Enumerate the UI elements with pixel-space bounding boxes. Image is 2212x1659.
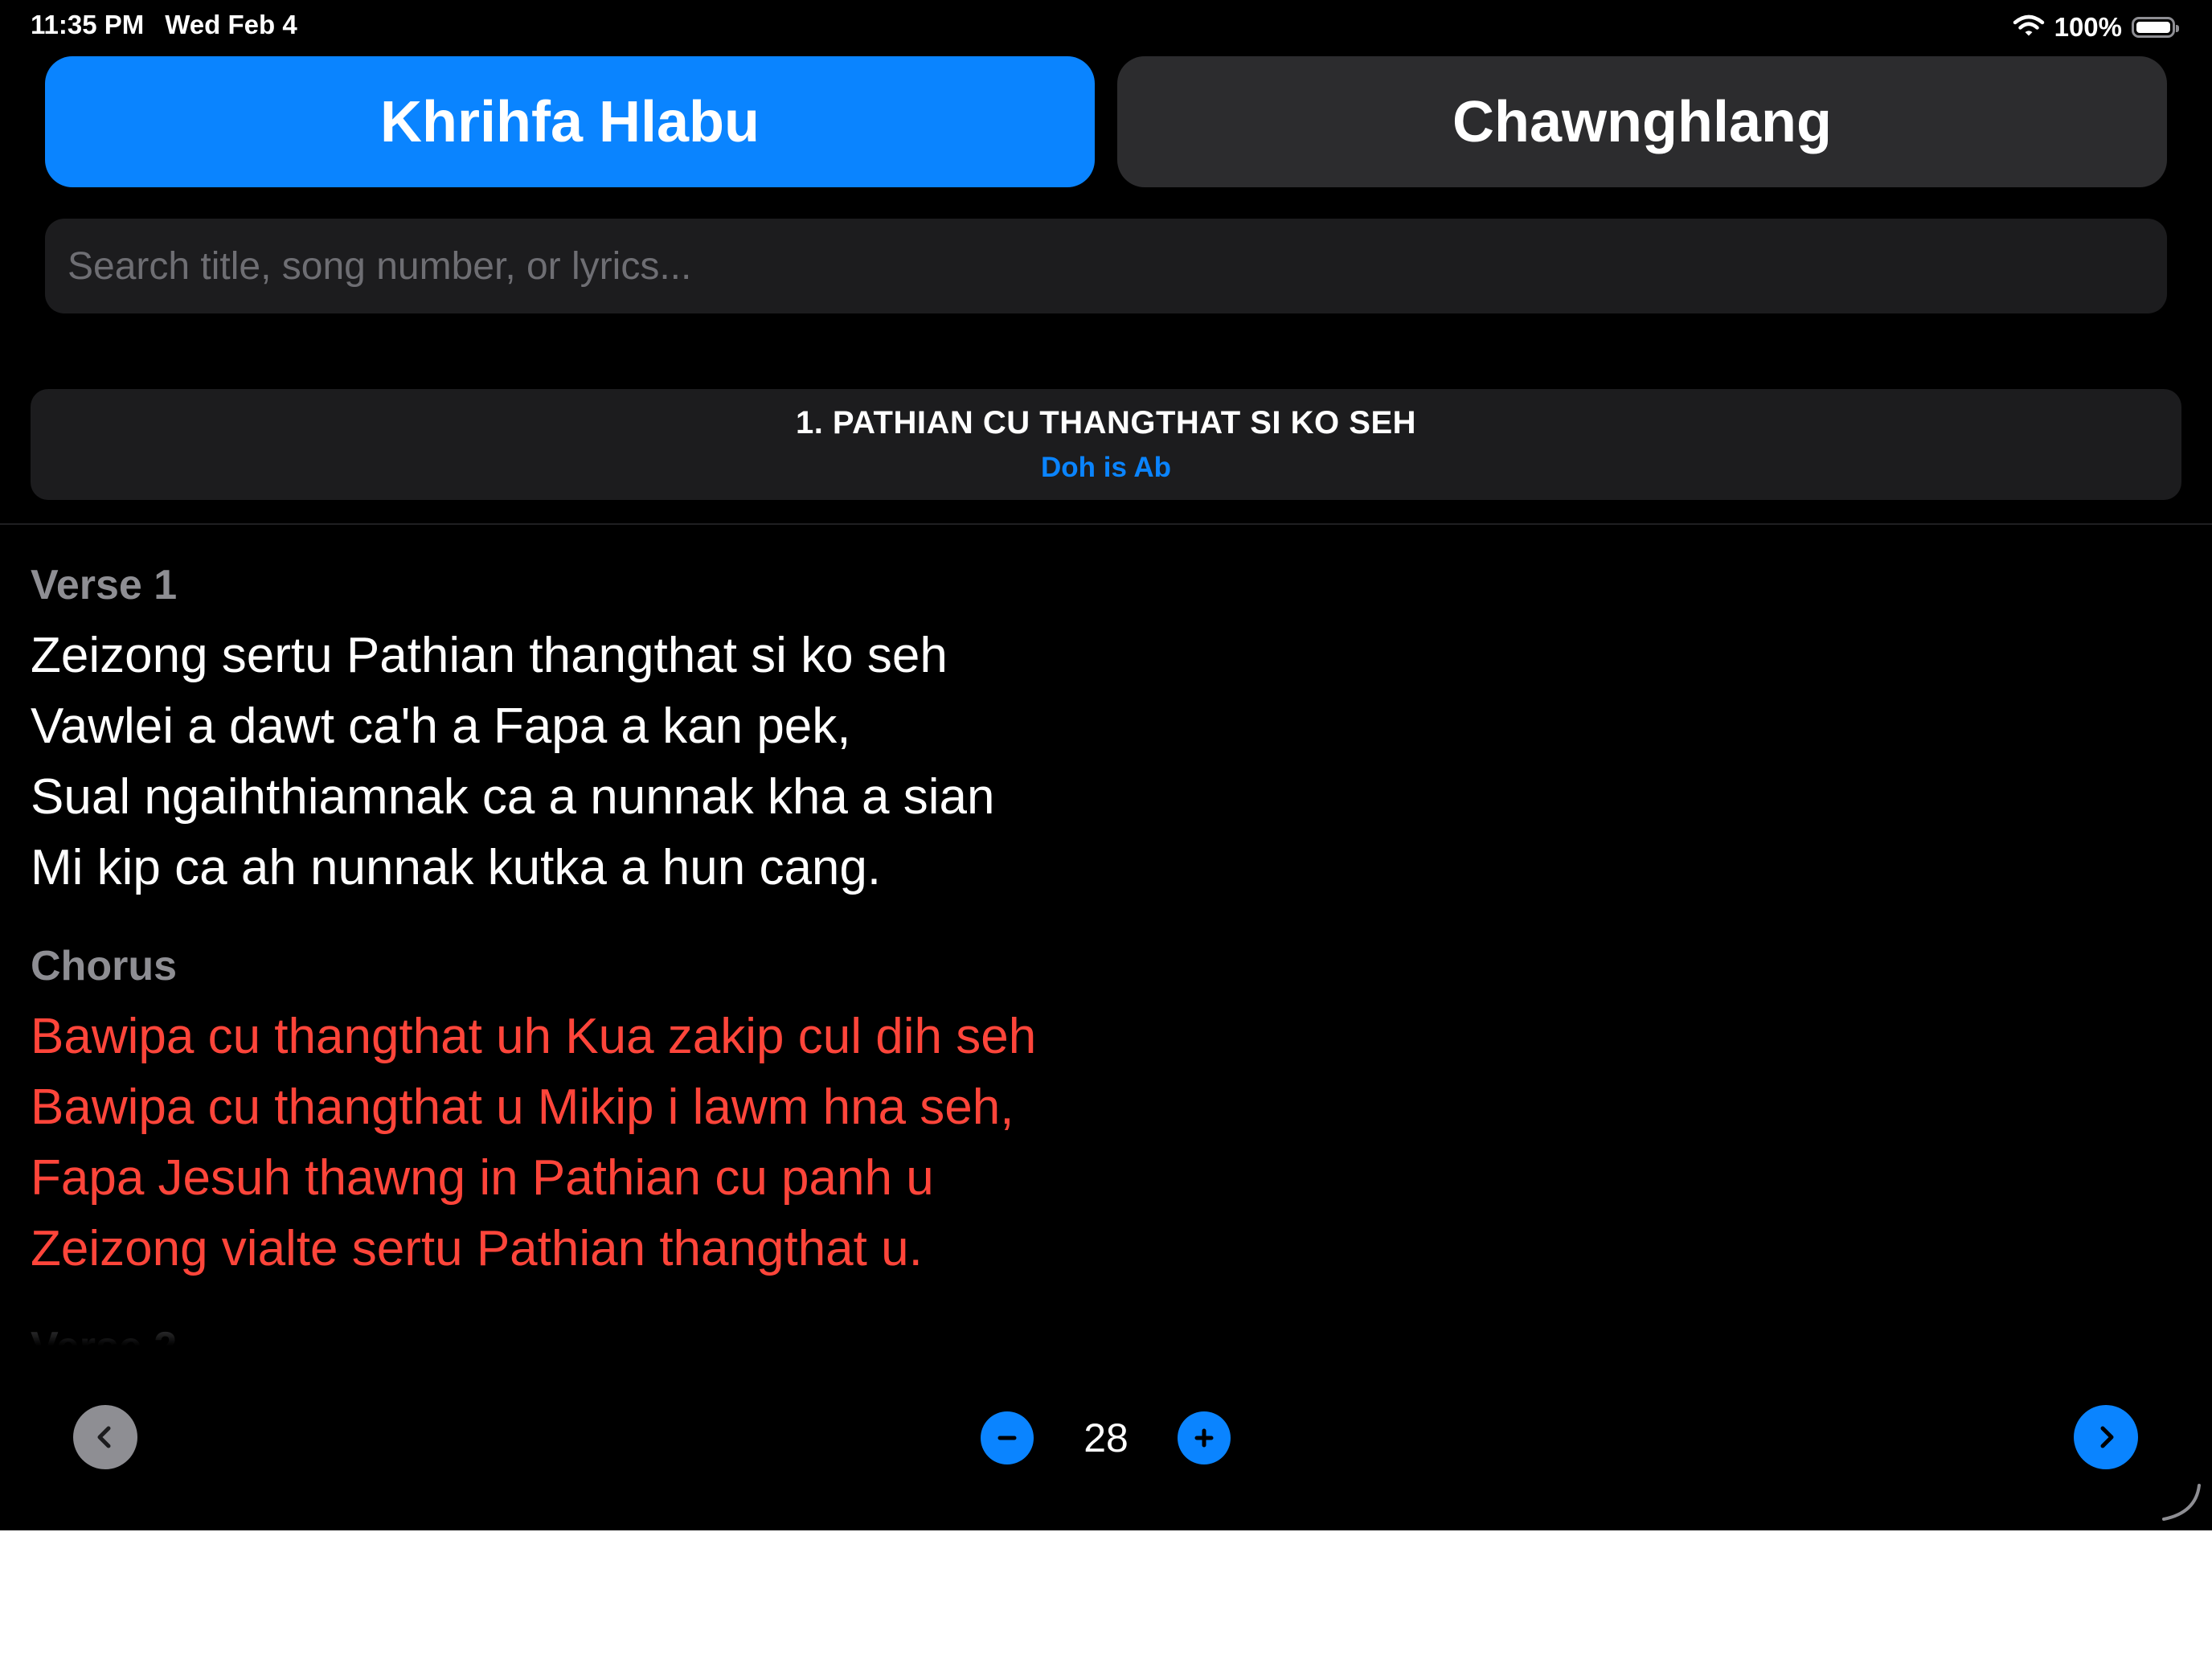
search-input[interactable]: [45, 219, 2167, 313]
lyric-line: Mi kip ca ah nunnak kutka a hun cang.: [31, 840, 882, 895]
lyric-line: Vawlei a dawt ca'h a Fapa a kan pek,: [31, 698, 851, 754]
verse-1: Verse 1 Zeizong sertu Pathian thangthat …: [31, 550, 2169, 903]
font-size-value: 28: [1083, 1415, 1129, 1460]
song-key: Doh is Ab: [1040, 452, 1172, 483]
battery-cap: [2176, 25, 2179, 32]
minus-icon: [997, 1436, 1017, 1440]
status-date: Wed Feb 4: [165, 10, 297, 39]
battery-icon: [2132, 17, 2179, 38]
tab-chawnghlang[interactable]: Chawnghlang: [1117, 56, 2167, 187]
increase-font-button[interactable]: [1178, 1411, 1231, 1464]
battery-percentage: 100%: [2054, 12, 2122, 42]
section-label: Verse 1: [31, 562, 178, 608]
tab-khrihfa-hlabu[interactable]: Khrihfa Hlabu: [45, 56, 1095, 187]
next-song-button[interactable]: [2074, 1405, 2138, 1469]
status-bar: 11:35 PM Wed Feb 4 100%: [0, 0, 2212, 53]
lyric-line: Bawipa cu thangthat uh Kua zakip cul dih…: [31, 1009, 1037, 1064]
app-screen: 11:35 PM Wed Feb 4 100% Khrihfa Hlabu Cha…: [0, 0, 2212, 1530]
battery-fill: [2136, 22, 2170, 33]
section-label: Verse 2: [31, 1312, 2169, 1346]
status-time-date: 11:35 PM Wed Feb 4: [31, 10, 297, 40]
song-header: 1. PATHIAN CU THANGTHAT SI KO SEH Doh is…: [31, 389, 2181, 500]
section-label: Chorus: [31, 943, 177, 989]
lyric-line: Zeizong sertu Pathian thangthat si ko se…: [31, 628, 948, 683]
lyric-line: Sual ngaihthiamnak ca a nunnak kha a sia…: [31, 769, 995, 825]
lyric-line: Fapa Jesuh thawng in Pathian cu panh u: [31, 1150, 934, 1206]
divider: [0, 523, 2212, 525]
verse-2: Verse 2: [31, 1312, 2169, 1346]
lyrics-scroll-view[interactable]: Verse 1 Zeizong sertu Pathian thangthat …: [31, 550, 2169, 1346]
wifi-icon: [2013, 14, 2045, 42]
resize-handle-icon[interactable]: [2159, 1479, 2204, 1524]
search-bar: [45, 219, 2167, 313]
lyric-line: Bawipa cu thangthat u Mikip i lawm hna s…: [31, 1079, 1014, 1135]
lyric-line: Zeizong vialte sertu Pathian thangthat u…: [31, 1221, 923, 1276]
status-indicators: 100%: [2013, 10, 2179, 45]
status-time: 11:35 PM: [31, 10, 145, 39]
chorus: Chorus Bawipa cu thangthat uh Kua zakip …: [31, 931, 2169, 1284]
chevron-right-icon: [2100, 1426, 2114, 1448]
song-title: 1. PATHIAN CU THANGTHAT SI KO SEH: [795, 405, 1417, 440]
previous-song-button[interactable]: [73, 1405, 137, 1469]
decrease-font-button[interactable]: [981, 1411, 1034, 1464]
plus-icon: [1194, 1428, 1214, 1448]
chevron-left-icon: [97, 1426, 111, 1448]
